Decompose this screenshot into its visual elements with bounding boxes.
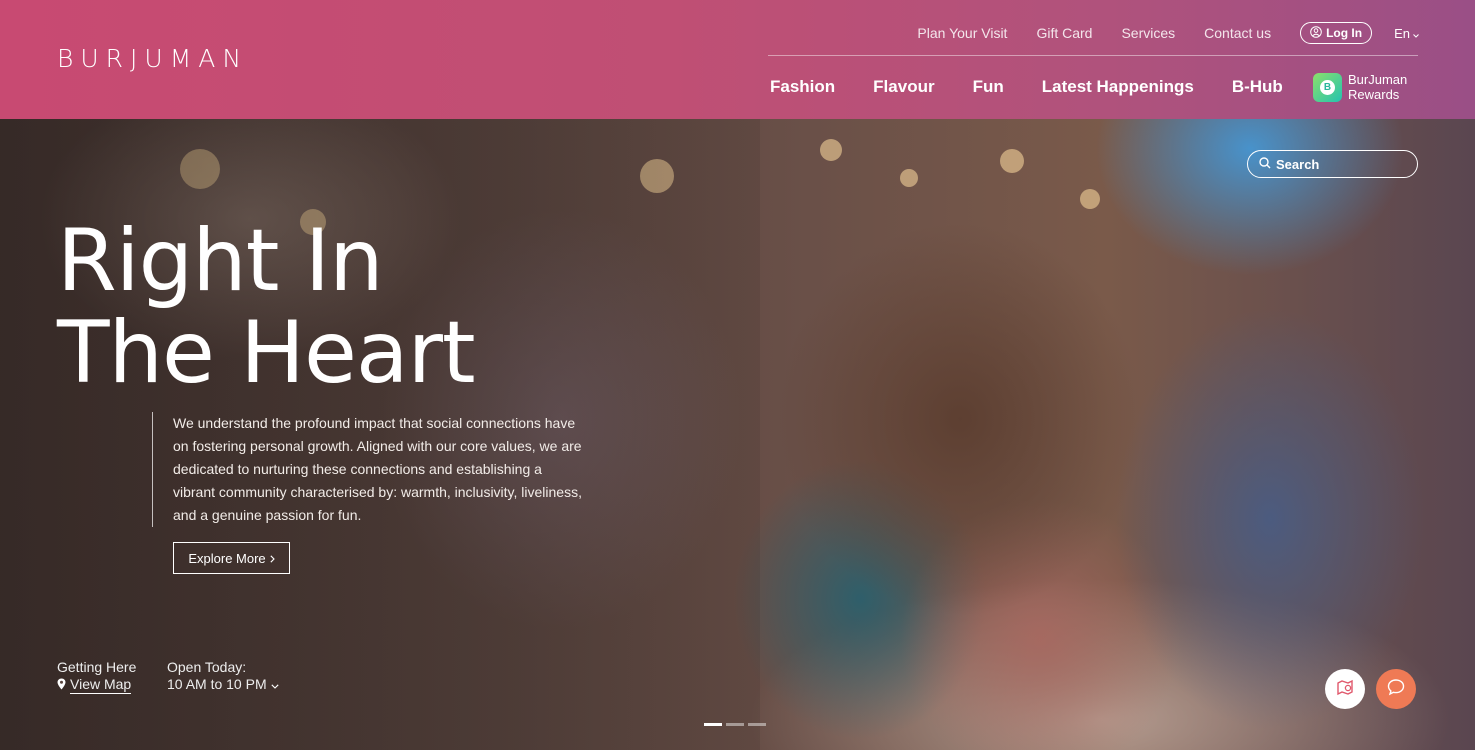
- hero-banner: Right In The Heart We understand the pro…: [0, 119, 1475, 750]
- explore-more-button[interactable]: Explore More: [173, 542, 290, 574]
- map-icon: [1335, 677, 1355, 702]
- nav-item-fashion[interactable]: Fashion: [770, 77, 835, 97]
- hero-description: We understand the profound impact that s…: [173, 415, 582, 523]
- util-link-services[interactable]: Services: [1121, 25, 1175, 41]
- opening-hours: Open Today: 10 AM to 10 PM: [167, 659, 279, 693]
- location-pin-icon: [57, 677, 66, 694]
- nav-item-latest-happenings[interactable]: Latest Happenings: [1042, 77, 1194, 97]
- chat-icon: [1386, 677, 1406, 702]
- rewards-label: BurJuman Rewards: [1348, 72, 1408, 102]
- carousel-dot[interactable]: [748, 723, 766, 726]
- nav-item-fun[interactable]: Fun: [973, 77, 1004, 97]
- chat-button[interactable]: [1376, 669, 1416, 709]
- hours-value: 10 AM to 10 PM: [167, 676, 267, 692]
- explore-more-label: Explore More: [188, 550, 266, 566]
- rewards-app-icon: B: [1313, 72, 1342, 102]
- view-map-link[interactable]: View Map: [57, 676, 136, 694]
- language-label: En: [1394, 25, 1410, 41]
- carousel-dot[interactable]: [726, 723, 744, 726]
- login-label: Log In: [1326, 26, 1363, 40]
- view-map-label: View Map: [70, 676, 132, 694]
- carousel-indicators: [704, 723, 766, 726]
- map-button[interactable]: [1325, 669, 1365, 709]
- bokeh-light: [820, 139, 842, 161]
- open-today-label: Open Today:: [167, 659, 247, 675]
- search-input[interactable]: Search: [1247, 150, 1418, 178]
- hours-dropdown[interactable]: 10 AM to 10 PM: [167, 676, 279, 693]
- login-button[interactable]: Log In: [1300, 22, 1373, 44]
- search-label: Search: [1276, 156, 1320, 172]
- util-link-plan-visit[interactable]: Plan Your Visit: [917, 25, 1007, 41]
- getting-here-label: Getting Here: [57, 659, 137, 675]
- hero-description-block: We understand the profound impact that s…: [152, 412, 582, 527]
- header-divider: [768, 55, 1418, 56]
- getting-here: Getting Here View Map: [57, 659, 136, 694]
- main-nav: Fashion Flavour Fun Latest Happenings B-…: [770, 75, 1321, 99]
- bokeh-light: [1080, 189, 1100, 209]
- language-selector[interactable]: En: [1394, 26, 1419, 41]
- nav-item-b-hub[interactable]: B-Hub: [1232, 77, 1283, 97]
- logo[interactable]: BURJUMAN: [57, 44, 248, 73]
- chevron-down-icon: [1413, 26, 1419, 41]
- site-header: BURJUMAN Plan Your Visit Gift Card Servi…: [0, 0, 1475, 119]
- utility-nav: Plan Your Visit Gift Card Services Conta…: [917, 22, 1475, 44]
- bokeh-light: [1000, 149, 1024, 173]
- user-icon: [1310, 25, 1322, 41]
- bokeh-light: [900, 169, 918, 187]
- search-icon: [1259, 156, 1271, 172]
- carousel-dot[interactable]: [704, 723, 722, 726]
- chevron-down-icon: [271, 676, 279, 693]
- rewards-link[interactable]: B BurJuman Rewards: [1313, 72, 1407, 102]
- nav-item-flavour[interactable]: Flavour: [873, 77, 934, 97]
- hero-title: Right In The Heart: [57, 211, 476, 403]
- chevron-right-icon: [270, 551, 275, 566]
- util-link-contact[interactable]: Contact us: [1204, 25, 1271, 41]
- util-link-gift-card[interactable]: Gift Card: [1036, 25, 1092, 41]
